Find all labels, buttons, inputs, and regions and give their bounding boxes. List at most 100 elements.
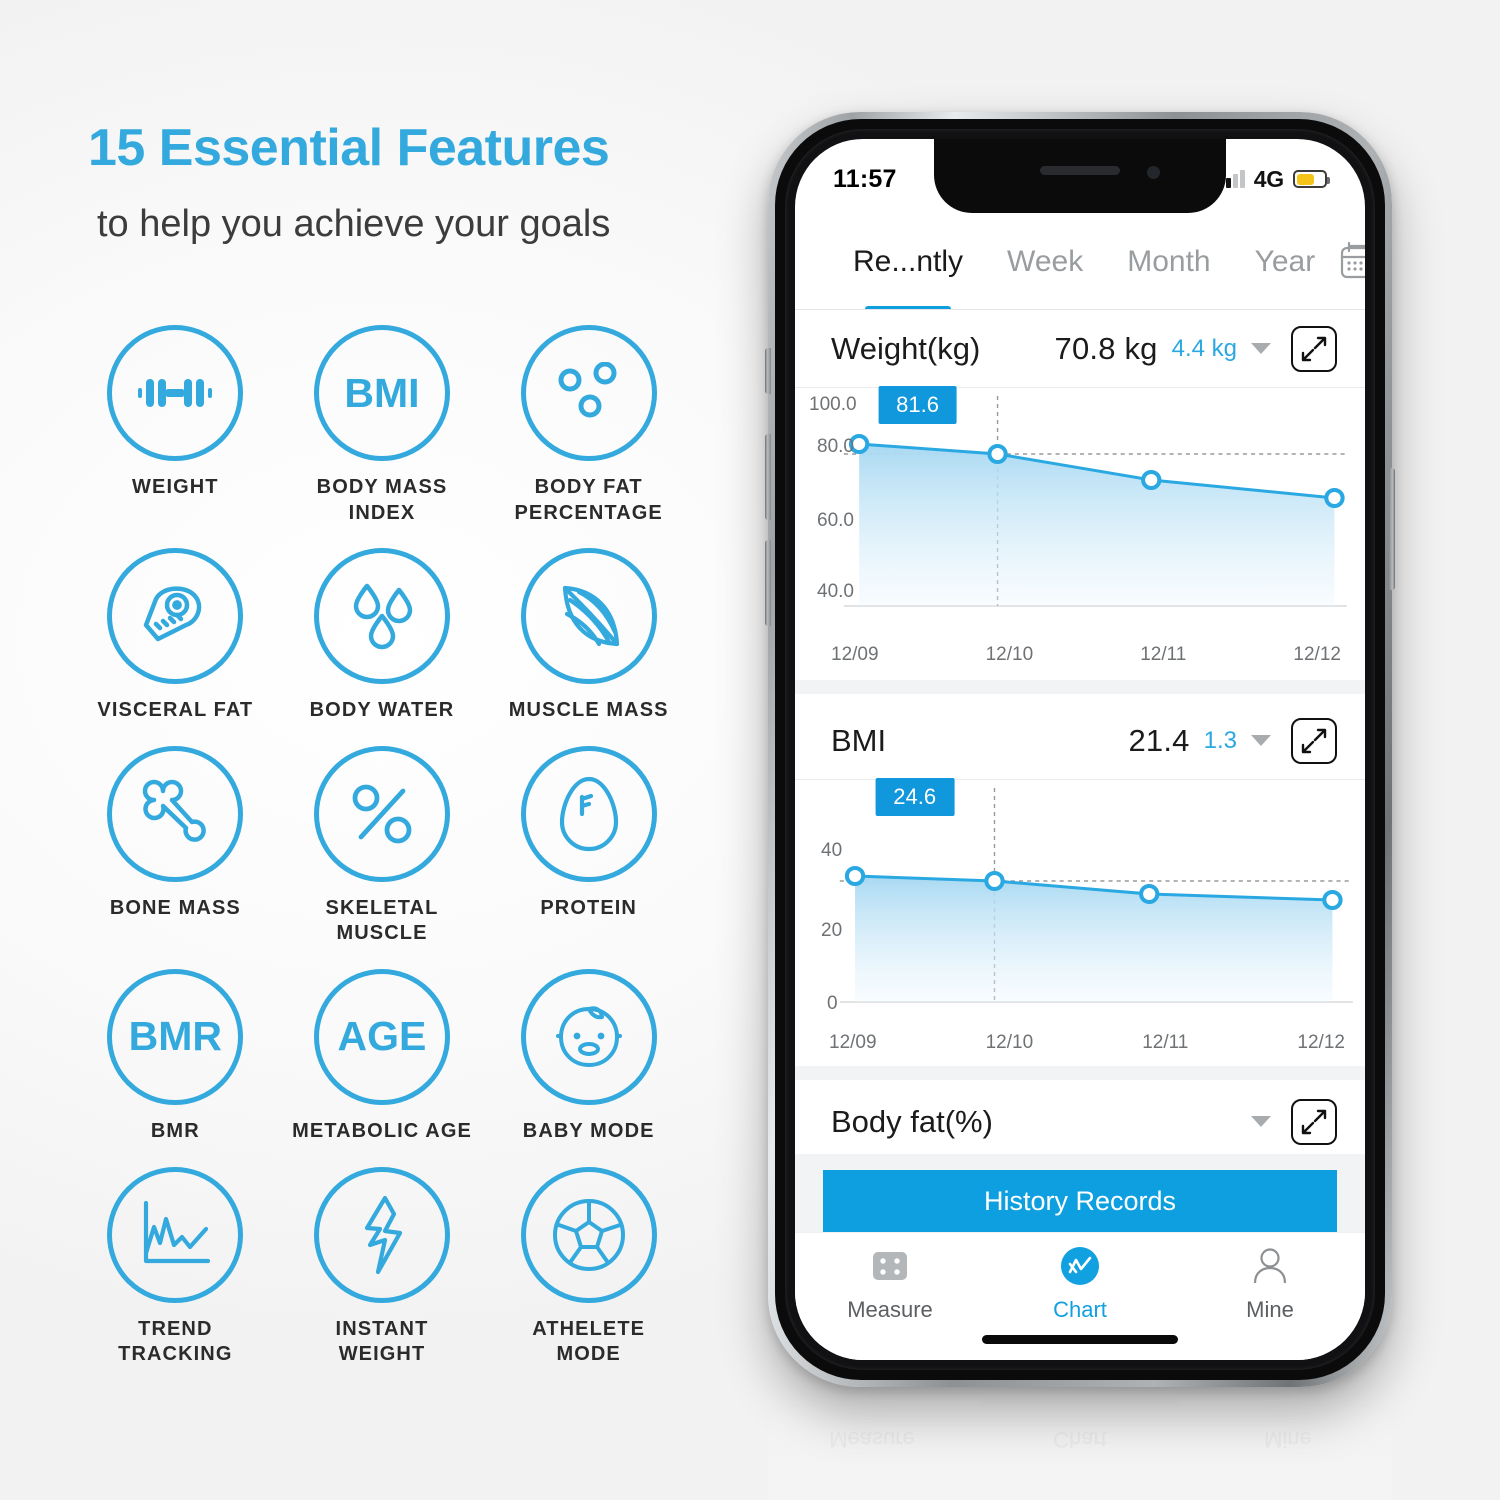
weight-xtick: 12/09: [831, 644, 879, 665]
feature-label: BODY FAT PERCENTAGE: [514, 476, 663, 524]
bmi-card-header: BMI 21.4 1.3: [795, 702, 1365, 780]
age-text-icon: AGE: [313, 968, 450, 1105]
feature-item: BMI BODY MASS INDEX: [279, 325, 486, 526]
tab-year[interactable]: Year: [1233, 245, 1338, 279]
tab-recently-label: Re...ntly: [853, 245, 964, 278]
bmi-card-delta: 1.3: [1203, 726, 1237, 754]
feature-label: BABY MODE: [522, 1119, 655, 1142]
tab-month[interactable]: Month: [1105, 245, 1232, 279]
nav-label-mine: Mine: [1246, 1297, 1294, 1322]
phone-mute-switch[interactable]: [765, 348, 771, 394]
chevron-down-icon[interactable]: [1251, 735, 1271, 746]
feature-item: BODY FAT PERCENTAGE: [485, 325, 692, 526]
history-records-button[interactable]: History Records: [823, 1170, 1337, 1232]
feature-label: METABOLIC AGE: [292, 1119, 472, 1142]
phone-screen: 11:57 4G Re...ntly Week Month Year Weigh…: [795, 139, 1365, 1360]
weight-xtick: 12/12: [1293, 644, 1341, 665]
reflection-label: Measure: [829, 1427, 915, 1452]
bmi-card: BMI 21.4 1.3 40 20 0 24.6 12/09 12/10 12…: [795, 702, 1365, 1080]
weight-xtick: 12/11: [1140, 644, 1187, 665]
card-gap: [795, 680, 1365, 694]
expand-icon[interactable]: [1291, 717, 1337, 764]
phone-mockup: 11:57 4G Re...ntly Week Month Year Weigh…: [765, 112, 1395, 1387]
muscle-fiber-icon: [520, 548, 657, 685]
feature-label: MUSCLE MASS: [508, 699, 669, 722]
egg-icon: [520, 745, 657, 882]
status-indicators: 4G: [1219, 160, 1330, 193]
feature-item: AGE METABOLIC AGE: [279, 968, 486, 1145]
weight-card-value: 70.8 kg: [1054, 330, 1158, 366]
weight-xtick: 12/10: [985, 644, 1034, 665]
percent-icon: [313, 745, 450, 882]
weight-card-title: Weight(kg): [831, 330, 981, 366]
nav-item-chart[interactable]: Chart: [985, 1245, 1175, 1323]
weight-card-delta: 4.4 kg: [1171, 334, 1237, 362]
feature-label: TREND TRACKING: [118, 1317, 233, 1366]
person-icon: [1253, 1248, 1287, 1284]
battery-icon: [1293, 170, 1330, 188]
tab-week[interactable]: Week: [985, 245, 1105, 279]
nav-label-chart: Chart: [1053, 1297, 1107, 1322]
weight-xaxis: 12/09 12/10 12/11 12/12: [795, 642, 1365, 680]
feature-label: BODY MASS INDEX: [316, 476, 448, 524]
card-gap: [795, 1066, 1365, 1080]
reflection-home-indicator: [982, 1396, 1178, 1405]
chevron-down-icon[interactable]: [1251, 343, 1271, 354]
feature-item: PROTEIN: [485, 745, 692, 947]
phone-volume-down-button[interactable]: [765, 540, 771, 626]
earpiece-speaker: [1040, 166, 1120, 175]
bodyfat-card-title: Body fat(%): [831, 1103, 993, 1139]
front-camera-icon: [1147, 166, 1160, 179]
bmi-chart-svg: [839, 788, 1353, 1003]
weight-highlight-tooltip: 81.6: [878, 386, 957, 424]
feature-label: WEIGHT: [132, 476, 219, 498]
bmi-xtick: 12/10: [985, 1032, 1034, 1053]
feature-item: SKELETAL MUSCLE: [279, 745, 486, 947]
phone-reflection: Measure Chart Mine: [768, 1390, 1392, 1508]
history-records-area: History Records: [795, 1154, 1365, 1232]
scale-icon: [873, 1252, 907, 1280]
feature-grid: WEIGHT BMI BODY MASS INDEX BODY FAT PERCEN…: [72, 325, 692, 1368]
nav-item-measure[interactable]: Measure: [795, 1245, 985, 1323]
bmi-text-icon: BMI: [313, 325, 450, 461]
feature-item: ATHELETE MODE: [485, 1166, 692, 1368]
bmi-xtick: 12/12: [1297, 1032, 1345, 1053]
bmi-xaxis: 12/09 12/10 12/11 12/12: [795, 1030, 1365, 1066]
tab-recently[interactable]: Re...ntly: [831, 245, 985, 313]
bodyfat-card-header: Body fat(%): [795, 1083, 1365, 1161]
phone-volume-up-button[interactable]: [765, 434, 771, 520]
nav-label-measure: Measure: [847, 1297, 933, 1322]
weight-card-header: Weight(kg) 70.8 kg 4.4 kg: [795, 310, 1365, 388]
feature-label: PROTEIN: [540, 896, 637, 919]
expand-icon[interactable]: [1291, 325, 1337, 372]
feature-label: ATHELETE MODE: [532, 1317, 646, 1366]
page-title: 15 Essential Features: [88, 119, 610, 177]
feature-item: MUSCLE MASS: [485, 548, 692, 724]
weight-highlight-value: 81.6: [896, 392, 939, 417]
bmi-card-value: 21.4: [1128, 722, 1190, 758]
expand-icon[interactable]: [1291, 1098, 1337, 1145]
chevron-down-icon[interactable]: [1251, 1116, 1271, 1127]
period-tab-bar: Re...ntly Week Month Year: [795, 213, 1365, 313]
phone-power-button[interactable]: [1389, 468, 1395, 590]
feature-item: WEIGHT: [72, 325, 279, 526]
feature-item: INSTANT WEIGHT: [279, 1166, 486, 1368]
lightning-bolt-icon: [313, 1166, 450, 1303]
home-indicator[interactable]: [982, 1335, 1178, 1344]
feature-label: BMR: [150, 1119, 200, 1142]
period-tabs: Re...ntly Week Month Year: [831, 243, 1338, 313]
feature-item: BONE MASS: [72, 745, 279, 947]
page-subtitle: to help you achieve your goals: [97, 203, 611, 245]
bmi-highlight-value: 24.6: [893, 784, 937, 809]
bmi-card-title: BMI: [831, 722, 887, 758]
marketing-panel: 15 Essential Features to help you achiev…: [0, 0, 760, 1500]
feature-label: INSTANT WEIGHT: [335, 1317, 429, 1366]
bmi-highlight-tooltip: 24.6: [875, 778, 955, 816]
bmi-xtick: 12/11: [1142, 1032, 1189, 1053]
soccer-ball-icon: [520, 1166, 657, 1303]
promo-graphic: 15 Essential Features to help you achiev…: [0, 0, 1500, 1508]
calendar-icon[interactable]: [1337, 235, 1365, 287]
baby-face-icon: [520, 968, 657, 1105]
phone-notch: [934, 139, 1226, 213]
nav-item-mine[interactable]: Mine: [1175, 1245, 1365, 1323]
